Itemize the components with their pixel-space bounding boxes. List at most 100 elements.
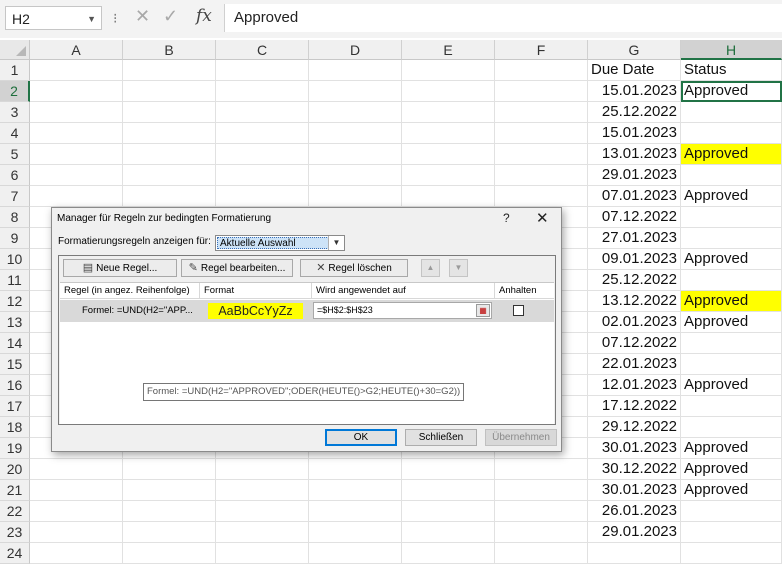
cell-f3[interactable] <box>495 102 588 123</box>
cell-h19[interactable]: Approved <box>681 438 782 459</box>
cell-c2[interactable] <box>216 81 309 102</box>
chevron-down-icon[interactable]: ▼ <box>328 236 344 250</box>
cell-c5[interactable] <box>216 144 309 165</box>
row-header-14[interactable]: 14 <box>0 333 30 354</box>
cell-b23[interactable] <box>123 522 216 543</box>
cell-g15[interactable]: 22.01.2023 <box>588 354 681 375</box>
move-down-button[interactable]: ▼ <box>449 259 468 277</box>
cell-c20[interactable] <box>216 459 309 480</box>
cell-b2[interactable] <box>123 81 216 102</box>
cell-c4[interactable] <box>216 123 309 144</box>
cell-g21[interactable]: 30.01.2023 <box>588 480 681 501</box>
cell-h6[interactable] <box>681 165 782 186</box>
cell-h17[interactable] <box>681 396 782 417</box>
cell-a7[interactable] <box>30 186 123 207</box>
cell-a3[interactable] <box>30 102 123 123</box>
cell-a1[interactable] <box>30 60 123 81</box>
cell-e2[interactable] <box>402 81 495 102</box>
cell-g9[interactable]: 27.01.2023 <box>588 228 681 249</box>
cell-e1[interactable] <box>402 60 495 81</box>
name-box[interactable]: H2 ▼ <box>5 6 102 30</box>
cell-g24[interactable] <box>588 543 681 564</box>
cell-f23[interactable] <box>495 522 588 543</box>
column-header-d[interactable]: D <box>309 40 402 60</box>
apply-button[interactable]: Übernehmen <box>485 429 557 446</box>
cell-f4[interactable] <box>495 123 588 144</box>
cell-d1[interactable] <box>309 60 402 81</box>
move-up-button[interactable]: ▲ <box>421 259 440 277</box>
row-header-16[interactable]: 16 <box>0 375 30 396</box>
column-header-a[interactable]: A <box>30 40 123 60</box>
cell-h4[interactable] <box>681 123 782 144</box>
cell-d21[interactable] <box>309 480 402 501</box>
cell-e22[interactable] <box>402 501 495 522</box>
cell-a21[interactable] <box>30 480 123 501</box>
cell-e7[interactable] <box>402 186 495 207</box>
cell-b7[interactable] <box>123 186 216 207</box>
cell-h21[interactable]: Approved <box>681 480 782 501</box>
row-header-4[interactable]: 4 <box>0 123 30 144</box>
column-header-h[interactable]: H <box>681 40 782 60</box>
cell-h15[interactable] <box>681 354 782 375</box>
cell-e5[interactable] <box>402 144 495 165</box>
cell-g6[interactable]: 29.01.2023 <box>588 165 681 186</box>
cell-c7[interactable] <box>216 186 309 207</box>
cell-g11[interactable]: 25.12.2022 <box>588 270 681 291</box>
cell-h11[interactable] <box>681 270 782 291</box>
cell-b5[interactable] <box>123 144 216 165</box>
cell-g17[interactable]: 17.12.2022 <box>588 396 681 417</box>
cell-h3[interactable] <box>681 102 782 123</box>
cell-d3[interactable] <box>309 102 402 123</box>
row-header-18[interactable]: 18 <box>0 417 30 438</box>
cell-h13[interactable]: Approved <box>681 312 782 333</box>
row-header-24[interactable]: 24 <box>0 543 30 564</box>
applies-to-input[interactable]: =$H$2:$H$23 ▦ <box>313 302 492 319</box>
cell-f1[interactable] <box>495 60 588 81</box>
cell-f5[interactable] <box>495 144 588 165</box>
cell-c24[interactable] <box>216 543 309 564</box>
stop-if-true-checkbox[interactable] <box>513 305 524 316</box>
cell-d4[interactable] <box>309 123 402 144</box>
cell-a6[interactable] <box>30 165 123 186</box>
cell-f20[interactable] <box>495 459 588 480</box>
column-header-e[interactable]: E <box>402 40 495 60</box>
row-header-23[interactable]: 23 <box>0 522 30 543</box>
cell-b22[interactable] <box>123 501 216 522</box>
column-header-c[interactable]: C <box>216 40 309 60</box>
cell-b20[interactable] <box>123 459 216 480</box>
row-header-13[interactable]: 13 <box>0 312 30 333</box>
chevron-down-icon[interactable]: ▼ <box>87 7 96 31</box>
row-header-8[interactable]: 8 <box>0 207 30 228</box>
row-header-19[interactable]: 19 <box>0 438 30 459</box>
cell-g3[interactable]: 25.12.2022 <box>588 102 681 123</box>
cell-h5[interactable]: Approved <box>681 144 782 165</box>
cell-d23[interactable] <box>309 522 402 543</box>
cell-e4[interactable] <box>402 123 495 144</box>
delete-rule-button[interactable]: ✕ Regel löschen <box>300 259 408 277</box>
cell-g12[interactable]: 13.12.2022 <box>588 291 681 312</box>
row-header-3[interactable]: 3 <box>0 102 30 123</box>
cell-g18[interactable]: 29.12.2022 <box>588 417 681 438</box>
cell-g1[interactable]: Due Date <box>588 60 681 81</box>
cell-h9[interactable] <box>681 228 782 249</box>
row-header-9[interactable]: 9 <box>0 228 30 249</box>
cell-h1[interactable]: Status <box>681 60 782 81</box>
cell-g4[interactable]: 15.01.2023 <box>588 123 681 144</box>
cell-f24[interactable] <box>495 543 588 564</box>
row-header-20[interactable]: 20 <box>0 459 30 480</box>
cell-a24[interactable] <box>30 543 123 564</box>
cell-g14[interactable]: 07.12.2022 <box>588 333 681 354</box>
cell-h2[interactable]: Approved <box>681 81 782 102</box>
row-header-21[interactable]: 21 <box>0 480 30 501</box>
enter-icon[interactable]: ✓ <box>163 6 178 27</box>
row-header-1[interactable]: 1 <box>0 60 30 81</box>
cell-d6[interactable] <box>309 165 402 186</box>
cell-a22[interactable] <box>30 501 123 522</box>
show-rules-select[interactable]: Aktuelle Auswahl ▼ <box>215 235 345 251</box>
cell-b6[interactable] <box>123 165 216 186</box>
cell-g23[interactable]: 29.01.2023 <box>588 522 681 543</box>
cell-g5[interactable]: 13.01.2023 <box>588 144 681 165</box>
row-header-2[interactable]: 2 <box>0 81 30 102</box>
formula-input[interactable]: Approved <box>224 4 782 32</box>
cell-h10[interactable]: Approved <box>681 249 782 270</box>
